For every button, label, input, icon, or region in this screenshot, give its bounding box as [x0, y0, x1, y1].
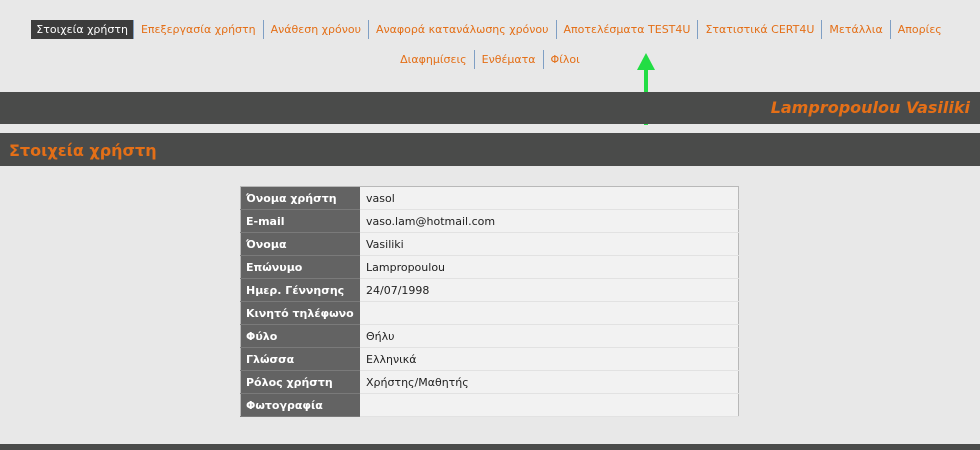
table-row: Όνομα Vasiliki: [240, 232, 739, 256]
table-row: E-mail vaso.lam@hotmail.com: [240, 209, 739, 233]
field-value: Χρήστης/Μαθητής: [360, 370, 739, 394]
nav-item-medals[interactable]: Μετάλλια: [821, 19, 889, 39]
field-value: Θήλυ: [360, 324, 739, 348]
field-value: [360, 393, 739, 417]
section-header-bar: Στοιχεία χρήστη: [0, 133, 980, 166]
table-row: Φύλο Θήλυ: [240, 324, 739, 348]
nav-item-test4u-results[interactable]: Αποτελέσματα TEST4U: [555, 19, 698, 39]
field-label: Επώνυμο: [240, 255, 360, 279]
field-value: vasol: [360, 186, 739, 210]
nav-item-time-usage-report[interactable]: Αναφορά κατανάλωσης χρόνου: [367, 19, 556, 39]
table-row: Επώνυμο Lampropoulou: [240, 255, 739, 279]
user-info-table: Όνομα χρήστη vasol E-mail vaso.lam@hotmail.…: [240, 186, 739, 417]
field-label: Κινητό τηλέφωνο: [240, 301, 360, 325]
field-label: Ρόλος χρήστη: [240, 370, 360, 394]
nav-row-1: Στοιχεία χρήστη Επεξεργασία χρήστη Ανάθεση…: [0, 14, 980, 44]
field-value: vaso.lam@hotmail.com: [360, 209, 739, 233]
field-label: E-mail: [240, 209, 360, 233]
table-row: Γλώσσα Ελληνικά: [240, 347, 739, 371]
table-row: Ημερ. Γέννησης 24/07/1998: [240, 278, 739, 302]
user-header-bar: Lampropoulou Vasiliki: [0, 92, 980, 124]
nav-item-edit-user[interactable]: Επεξεργασία χρήστη: [132, 19, 263, 39]
section-title: Στοιχεία χρήστη: [9, 141, 157, 160]
field-value: 24/07/1998: [360, 278, 739, 302]
user-info-rows: Όνομα χρήστη vasol E-mail vaso.lam@hotmail.…: [240, 186, 739, 417]
table-row: Κινητό τηλέφωνο: [240, 301, 739, 325]
nav-item-ads[interactable]: Διαφημίσεις: [393, 50, 474, 69]
field-label: Φωτογραφία: [240, 393, 360, 417]
nav-item-cert4u-stats[interactable]: Στατιστικά CERT4U: [697, 19, 821, 39]
field-value: Ελληνικά: [360, 347, 739, 371]
field-label: Γλώσσα: [240, 347, 360, 371]
nav-item-questions[interactable]: Απορίες: [889, 19, 949, 39]
nav-item-user-info[interactable]: Στοιχεία χρήστη: [31, 19, 133, 39]
field-label: Όνομα χρήστη: [240, 186, 360, 210]
field-value: Vasiliki: [360, 232, 739, 256]
main-navigation: Στοιχεία χρήστη Επεξεργασία χρήστη Ανάθεση…: [0, 14, 980, 74]
nav-item-assign-time[interactable]: Ανάθεση χρόνου: [262, 19, 368, 39]
table-row: Φωτογραφία: [240, 393, 739, 417]
field-value: Lampropoulou: [360, 255, 739, 279]
footer-bar: [0, 444, 980, 450]
nav-item-friends[interactable]: Φίλοι: [542, 49, 587, 69]
field-label: Όνομα: [240, 232, 360, 256]
nav-row-2: Διαφημίσεις Ενθέματα Φίλοι: [0, 44, 980, 74]
field-label: Ημερ. Γέννησης: [240, 278, 360, 302]
field-label: Φύλο: [240, 324, 360, 348]
user-full-name: Lampropoulou Vasiliki: [770, 98, 970, 117]
nav-item-inserts[interactable]: Ενθέματα: [473, 49, 543, 69]
table-row: Όνομα χρήστη vasol: [240, 186, 739, 210]
table-row: Ρόλος χρήστη Χρήστης/Μαθητής: [240, 370, 739, 394]
field-value: [360, 301, 739, 325]
